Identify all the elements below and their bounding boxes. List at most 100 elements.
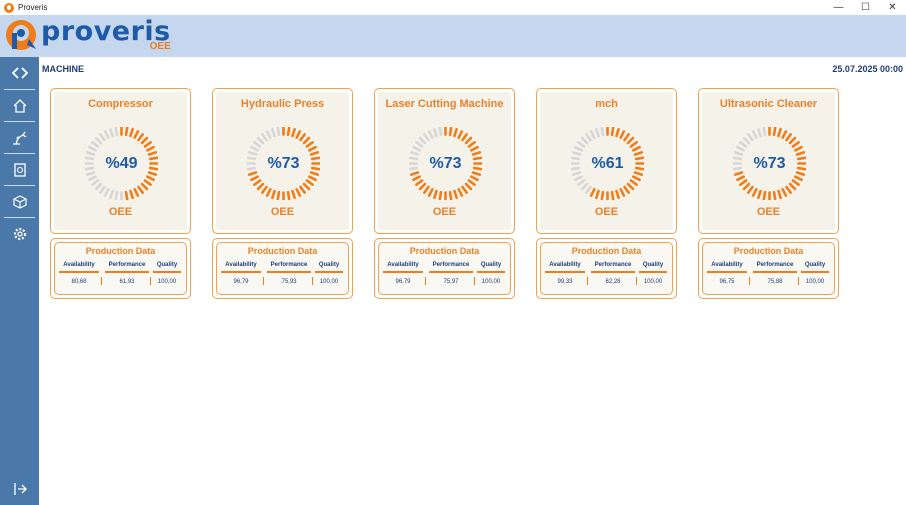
proveris-logo-icon: [6, 20, 36, 50]
brand-logo: proveris OEE: [3, 17, 171, 53]
sidebar-item-settings[interactable]: [0, 218, 39, 250]
close-icon[interactable]: ✕: [879, 0, 906, 15]
production-data-title: Production Data: [733, 246, 804, 256]
production-data-panel: Production Data Availability 96,79 Performa…: [212, 238, 353, 299]
column-divider: [263, 277, 264, 285]
page-title: MACHINE: [42, 64, 84, 74]
production-data-box: Production Data Availability 96,79 Performa…: [378, 242, 511, 295]
production-col-value: 100,00: [805, 279, 825, 285]
production-col-header: Quality: [156, 262, 178, 268]
column-divider: [749, 277, 750, 285]
production-data-title: Production Data: [85, 246, 156, 256]
sidebar-item-products[interactable]: [0, 186, 39, 218]
oee-value: %73: [429, 154, 462, 172]
production-col-header: Availability: [711, 262, 743, 268]
app-header: proveris OEE: [0, 15, 906, 57]
production-data-panel: Production Data Availability 96,75 Performa…: [698, 238, 839, 299]
machine-card[interactable]: Compressor %49 OEE: [50, 88, 191, 234]
production-col-value: 100,00: [319, 279, 339, 285]
machine-name: Compressor: [88, 98, 153, 110]
minimize-icon[interactable]: —: [825, 0, 852, 15]
production-data-box: Production Data Availability 96,75 Performa…: [702, 242, 835, 295]
column-underline: [267, 271, 311, 273]
machine-card-body: Laser Cutting Machine %73 OEE: [378, 92, 511, 230]
production-col-value: 96,75: [719, 279, 735, 285]
production-col-value: 75,97: [443, 279, 459, 285]
column-underline: [315, 271, 343, 273]
production-col-header: Quality: [642, 262, 664, 268]
production-col-header: Performance: [756, 262, 794, 268]
datetime-label: 25.07.2025 00:00: [832, 64, 903, 74]
production-data-title: Production Data: [571, 246, 642, 256]
production-col-header: Quality: [804, 262, 826, 268]
production-col-header: Performance: [432, 262, 470, 268]
sidebar-item-machines[interactable]: [0, 122, 39, 154]
production-col-header: Performance: [108, 262, 146, 268]
production-col-header: Performance: [594, 262, 632, 268]
machine-name: mch: [595, 98, 618, 110]
column-underline: [221, 271, 261, 273]
production-data-box: Production Data Availability 96,79 Performa…: [216, 242, 349, 295]
column-underline: [753, 271, 797, 273]
sidebar: [0, 57, 39, 505]
column-divider: [474, 277, 475, 285]
column-underline: [105, 271, 149, 273]
production-data-title: Production Data: [247, 246, 318, 256]
column-underline: [707, 271, 747, 273]
sidebar-item-reports[interactable]: [0, 154, 39, 186]
production-col-value: 62,28: [605, 279, 621, 285]
production-col-header: Quality: [480, 262, 502, 268]
column-underline: [429, 271, 473, 273]
sidebar-item-home[interactable]: [0, 90, 39, 122]
column-divider: [425, 277, 426, 285]
production-col-value: 96,79: [233, 279, 249, 285]
oee-value: %49: [105, 154, 138, 172]
machine-card[interactable]: Ultrasonic Cleaner %73 OEE: [698, 88, 839, 234]
machine-card-body: mch %61 OEE: [540, 92, 673, 230]
machine-card-body: Compressor %49 OEE: [54, 92, 187, 230]
production-col-value: 96,79: [395, 279, 411, 285]
column-underline: [801, 271, 829, 273]
production-data-box: Production Data Availability 80,68 Performa…: [54, 242, 187, 295]
sidebar-item-logout[interactable]: [0, 473, 39, 505]
oee-label: OEE: [270, 206, 295, 218]
oee-value: %73: [267, 154, 300, 172]
production-col-value: 100,00: [481, 279, 501, 285]
oee-label: OEE: [108, 206, 133, 218]
app-logo-icon: [4, 2, 14, 13]
production-col-header: Quality: [318, 262, 340, 268]
oee-label: OEE: [594, 206, 619, 218]
machine-name: Hydraulic Press: [240, 98, 325, 110]
machine-name: Laser Cutting Machine: [385, 98, 504, 110]
production-col-header: Performance: [270, 262, 308, 268]
column-underline: [591, 271, 635, 273]
column-divider: [101, 277, 102, 285]
production-data-panel: Production Data Availability 99,33 Performa…: [536, 238, 677, 299]
sidebar-toggle-button[interactable]: [0, 57, 39, 89]
report-icon: [13, 163, 26, 177]
oee-value: %73: [753, 154, 786, 172]
production-col-header: Availability: [387, 262, 419, 268]
window-title: Proveris: [18, 3, 48, 12]
machine-card[interactable]: Hydraulic Press %73 OEE: [212, 88, 353, 234]
robot-arm-icon: [12, 131, 26, 145]
column-underline: [153, 271, 181, 273]
column-underline: [59, 271, 99, 273]
column-underline: [383, 271, 423, 273]
production-data-panel: Production Data Availability 80,68 Performa…: [50, 238, 191, 299]
machine-card[interactable]: Laser Cutting Machine %73 OEE: [374, 88, 515, 234]
machine-name: Ultrasonic Cleaner: [719, 98, 818, 110]
column-divider: [587, 277, 588, 285]
production-col-value: 75,88: [767, 279, 783, 285]
home-icon: [13, 99, 26, 113]
machine-card-body: Hydraulic Press %73 OEE: [216, 92, 349, 230]
machine-card[interactable]: mch %61 OEE: [536, 88, 677, 234]
production-col-value: 100,00: [643, 279, 663, 285]
oee-value: %61: [591, 154, 624, 172]
production-col-header: Availability: [63, 262, 95, 268]
production-data-box: Production Data Availability 99,33 Performa…: [540, 242, 673, 295]
maximize-icon[interactable]: ☐: [852, 0, 879, 15]
oee-label: OEE: [756, 206, 781, 218]
column-divider: [636, 277, 637, 285]
column-divider: [798, 277, 799, 285]
